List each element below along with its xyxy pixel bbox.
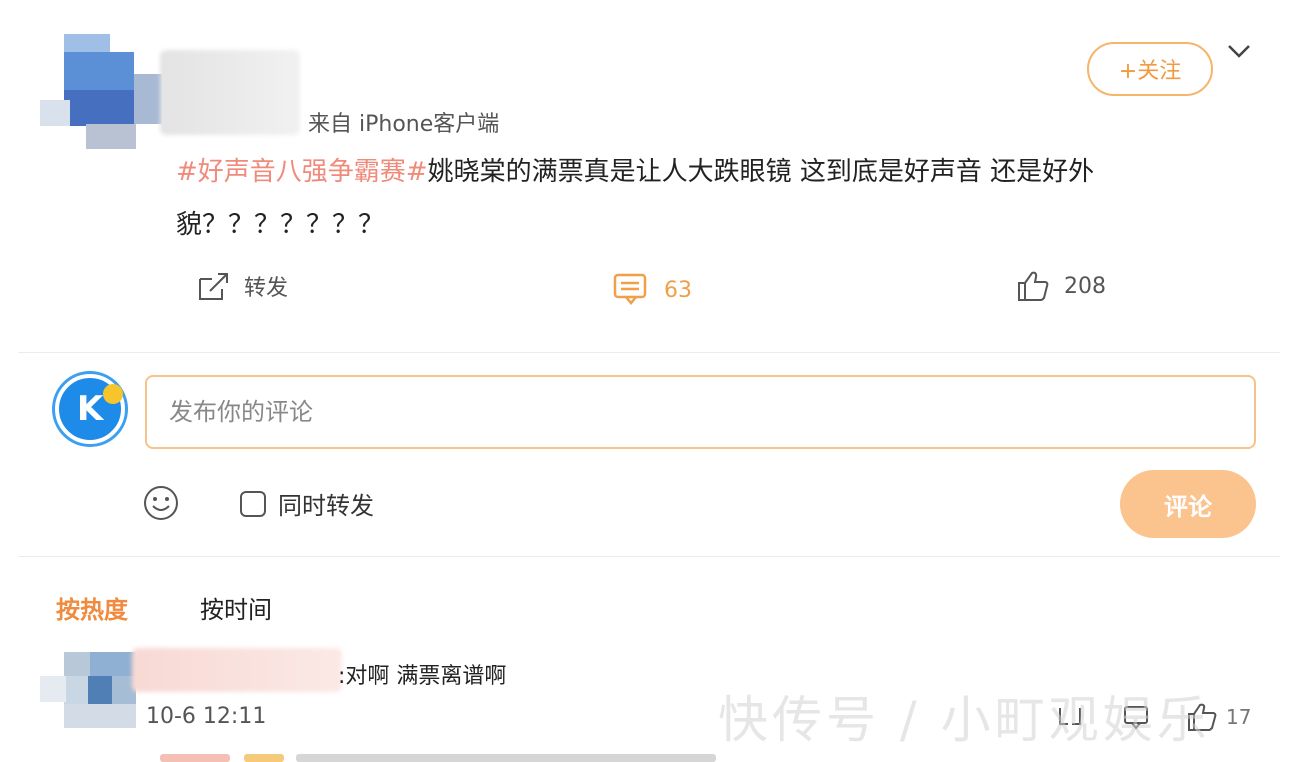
hashtag-link[interactable]: #好声音八强争霸赛# — [176, 157, 428, 187]
repost-label: 转发 — [244, 276, 289, 301]
repost-icon — [199, 273, 228, 300]
like-icon — [1018, 271, 1049, 301]
sync-repost-option[interactable]: 同时转发 — [240, 486, 374, 521]
author-avatar[interactable] — [40, 34, 162, 149]
divider — [18, 556, 1280, 557]
badge-ring-icon — [103, 384, 123, 404]
author-name-blurred[interactable] — [160, 50, 300, 135]
comment-text: :对啊 满票离谱啊 — [338, 664, 507, 689]
sort-by-hot-tab[interactable]: 按热度 — [56, 590, 128, 625]
post-body: #好声音八强争霸赛#姚晓棠的满票真是让人大跌眼镜 这到底是好声音 还是好外貌？？… — [176, 146, 1176, 252]
chevron-down-icon[interactable] — [1224, 36, 1254, 66]
sort-by-time-tab[interactable]: 按时间 — [200, 590, 272, 625]
repost-button[interactable]: 转发 — [196, 270, 288, 302]
comment-time: 10-6 12:11 — [146, 704, 267, 729]
sync-repost-checkbox[interactable] — [240, 490, 266, 517]
like-button[interactable]: 208 — [1016, 270, 1106, 302]
post-source: 来自 iPhone客户端 — [308, 112, 500, 137]
sync-repost-label: 同时转发 — [278, 492, 374, 520]
emoji-icon[interactable] — [142, 484, 180, 522]
comment-button[interactable]: 63 — [612, 270, 692, 310]
watermark-text: 快传号 / 小町观娱乐 — [718, 691, 1211, 749]
submit-comment-button[interactable]: 评论 — [1120, 470, 1256, 538]
divider — [18, 352, 1280, 353]
commenter-avatar[interactable] — [40, 652, 140, 730]
weibo-post-card: 来自 iPhone客户端 +关注 #好声音八强争霸赛#姚晓棠的满票真是让人大跌眼… — [0, 0, 1298, 762]
commenter-name-blurred[interactable] — [132, 648, 342, 692]
user-avatar-k-logo[interactable]: K — [55, 374, 125, 444]
comment-like-count: 17 — [1226, 705, 1252, 729]
comment-count: 63 — [664, 277, 692, 303]
k-logo-icon: K — [76, 389, 104, 429]
comment-input[interactable] — [145, 375, 1256, 449]
comment-icon — [613, 273, 647, 305]
next-comment-cutoff — [160, 748, 720, 762]
like-count: 208 — [1064, 273, 1106, 299]
follow-button[interactable]: +关注 — [1087, 42, 1213, 96]
